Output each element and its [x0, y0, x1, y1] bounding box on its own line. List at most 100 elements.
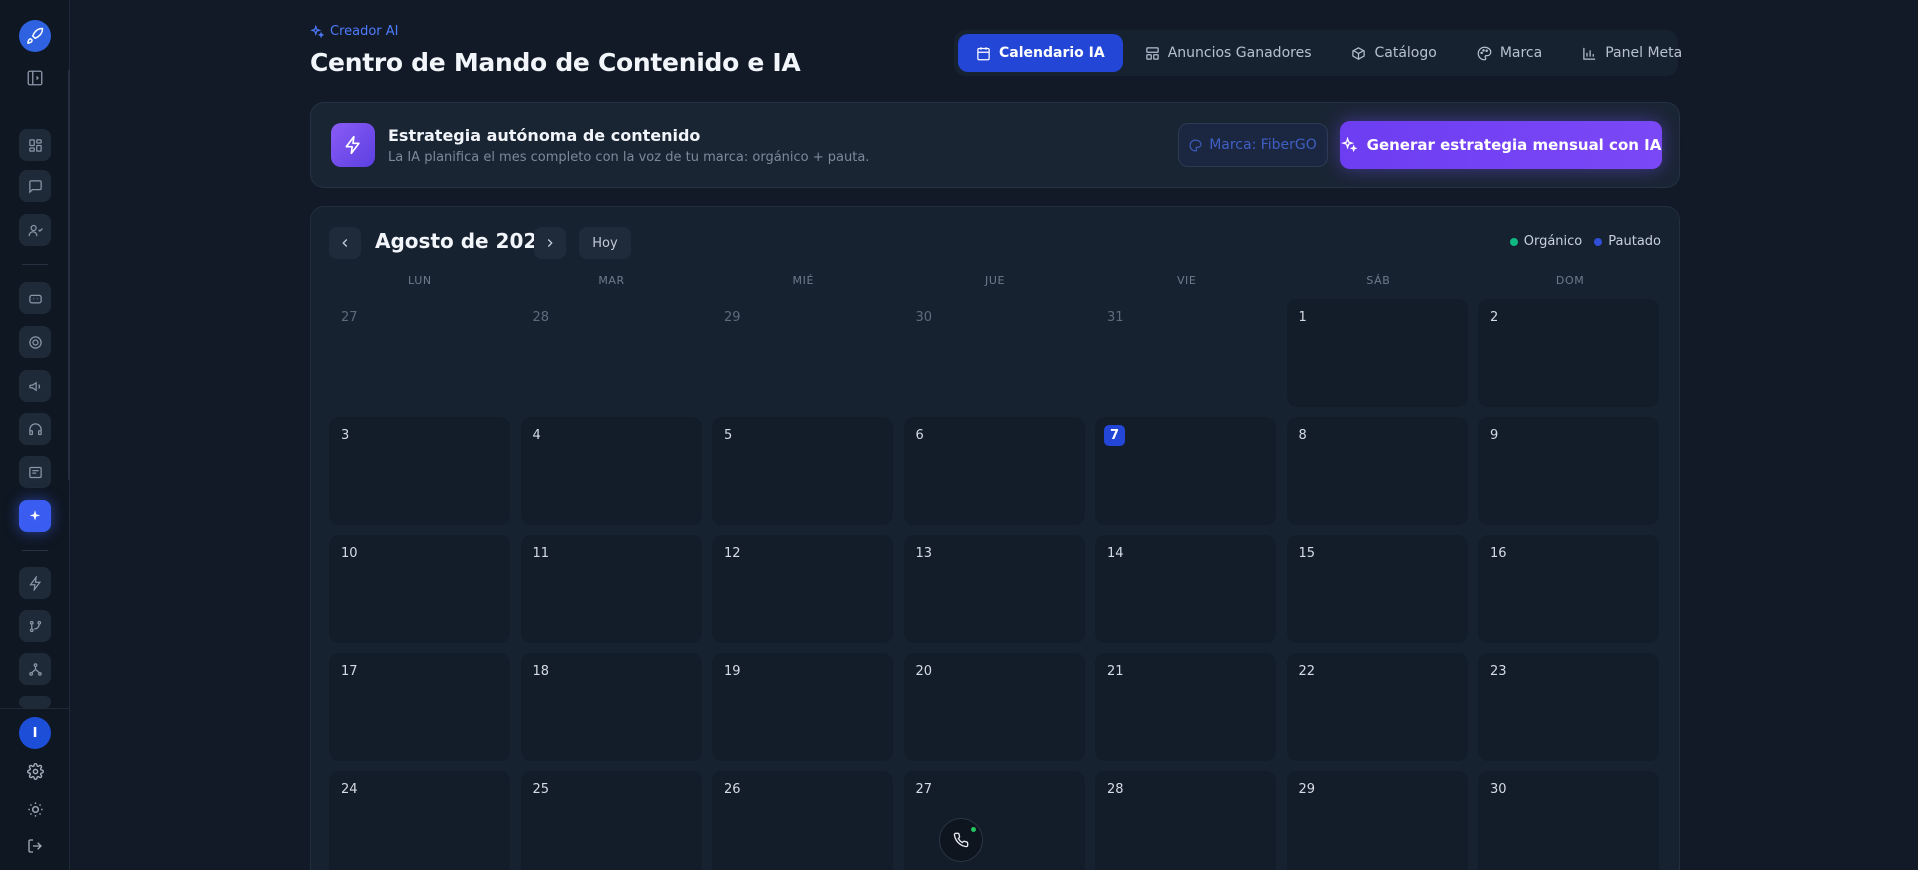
call-button[interactable]	[939, 818, 983, 862]
calendar-day-cell[interactable]: 29	[1286, 771, 1468, 870]
calendar-day-cell[interactable]: 17	[329, 653, 510, 761]
calendar-day-cell[interactable]: 4	[520, 417, 702, 525]
calendar-day-cell[interactable]: 11	[520, 535, 702, 643]
calendar-day-cell[interactable]: 10	[329, 535, 510, 643]
target-icon[interactable]	[19, 326, 51, 358]
calendar-day-cell[interactable]: 27	[903, 771, 1085, 870]
chevron-left-icon	[342, 239, 348, 247]
phone-icon	[953, 832, 969, 848]
next-month-button[interactable]	[534, 227, 566, 259]
calendar-day-cell[interactable]: 26	[712, 771, 893, 870]
view-tabs: Calendario IA Anuncios Ganadores Catálog…	[954, 30, 1682, 76]
tab-label: Anuncios Ganadores	[1167, 45, 1312, 61]
page-title: Centro de Mando de Contenido e IA	[310, 48, 801, 77]
sparkle-icon[interactable]	[19, 500, 51, 532]
strategy-title: Estrategia autónoma de contenido	[388, 126, 701, 145]
calendar-day-cell[interactable]: 30	[904, 299, 1085, 407]
layout-icon	[1145, 46, 1159, 60]
weekday-label: MIÉ	[792, 274, 815, 287]
calendar-day-cell[interactable]: 15	[1286, 535, 1468, 643]
bot-icon[interactable]	[19, 282, 51, 314]
day-number: 30	[915, 310, 933, 325]
catalog-icon[interactable]	[19, 456, 51, 488]
day-number: 31	[1107, 310, 1124, 325]
calendar-day-cell[interactable]: 12	[712, 535, 893, 643]
strategy-card: Estrategia autónoma de contenido La IA p…	[310, 102, 1680, 188]
breadcrumb[interactable]: Creador AI	[310, 24, 399, 39]
day-number: 30	[1490, 782, 1507, 797]
calendar-day-cell[interactable]: 21	[1095, 653, 1276, 761]
weekday-label: DOM	[1555, 274, 1585, 287]
calendar-day-cell[interactable]: 2	[1478, 299, 1659, 407]
calendar-day-cell[interactable]: 1	[1286, 299, 1468, 407]
tab-anuncios-ganadores[interactable]: Anuncios Ganadores	[1127, 34, 1330, 72]
day-number: 10	[341, 546, 358, 561]
day-number: 20	[915, 664, 933, 679]
chat-icon[interactable]	[19, 170, 51, 202]
branch-icon[interactable]	[19, 610, 51, 642]
calendar-day-cell[interactable]: 25	[520, 771, 702, 870]
headset-icon[interactable]	[19, 413, 51, 445]
calendar-day-cell[interactable]: 24	[329, 771, 510, 870]
calendar-day-cell[interactable]: 18	[520, 653, 702, 761]
calendar-day-cell[interactable]: 30	[1478, 771, 1659, 870]
calendar-day-cell[interactable]: 28	[521, 299, 702, 407]
tab-marca[interactable]: Marca	[1459, 34, 1560, 72]
sidebar-scrollbar[interactable]	[68, 70, 70, 480]
day-number: 6	[915, 428, 924, 443]
day-number: 16	[1490, 546, 1507, 561]
calendar-day-cell[interactable]: 19	[712, 653, 893, 761]
sidebar: I	[0, 0, 70, 870]
calendar-day-cell[interactable]: 8	[1286, 417, 1468, 525]
box-icon	[1352, 46, 1366, 60]
day-number: 18	[532, 664, 550, 679]
more-nav-icon[interactable]	[19, 696, 51, 708]
dashboard-icon[interactable]	[19, 129, 51, 161]
calendar-day-cell[interactable]: 9	[1478, 417, 1659, 525]
calendar-day-cell[interactable]: 6	[903, 417, 1085, 525]
calendar-day-cell[interactable]: 14	[1095, 535, 1276, 643]
calendar-day-cell[interactable]: 7	[1095, 417, 1276, 525]
sidebar-divider	[22, 550, 48, 551]
sun-icon[interactable]	[25, 799, 45, 819]
gear-icon[interactable]	[25, 761, 45, 781]
day-number: 21	[1107, 664, 1124, 679]
user-avatar[interactable]: I	[19, 717, 51, 749]
calendar-day-cell[interactable]: 13	[903, 535, 1085, 643]
generate-strategy-button[interactable]: Generar estrategia mensual con IA	[1340, 121, 1662, 169]
day-number: 11	[532, 546, 550, 561]
day-number: 27	[915, 782, 933, 797]
calendar-day-cell[interactable]: 29	[712, 299, 893, 407]
day-number: 13	[915, 546, 933, 561]
rocket-logo-icon[interactable]	[19, 20, 51, 52]
calendar-day-cell[interactable]: 22	[1286, 653, 1468, 761]
calendar-panel: Agosto de 2026 Hoy Orgánico Pautado LUN …	[310, 206, 1680, 870]
calendar-icon	[977, 46, 990, 60]
calendar-day-cell[interactable]: 3	[329, 417, 510, 525]
calendar-day-cell[interactable]: 20	[903, 653, 1085, 761]
legend-item-organico: Orgánico	[1509, 234, 1582, 249]
legend-dot	[1594, 237, 1603, 246]
megaphone-icon[interactable]	[19, 370, 51, 402]
calendar-day-cell[interactable]: 28	[1095, 771, 1276, 870]
chevron-right-icon	[547, 239, 553, 247]
calendar-day-cell[interactable]: 31	[1095, 299, 1276, 407]
weekday-label: LUN	[408, 274, 432, 287]
prev-month-button[interactable]	[329, 227, 361, 259]
calendar-day-cell[interactable]: 5	[712, 417, 893, 525]
tab-calendario-ia[interactable]: Calendario IA	[958, 34, 1123, 72]
network-icon[interactable]	[19, 653, 51, 685]
calendar-day-cell[interactable]: 27	[329, 299, 510, 407]
calendar-day-cell[interactable]: 16	[1478, 535, 1659, 643]
logout-icon[interactable]	[25, 836, 45, 856]
today-button[interactable]: Hoy	[579, 227, 631, 259]
sparkle-icon	[1340, 137, 1357, 153]
calendar-day-cell[interactable]: 23	[1478, 653, 1659, 761]
contacts-icon[interactable]	[19, 214, 51, 246]
tab-panel-meta[interactable]: Panel Meta	[1564, 34, 1700, 72]
bolt-icon[interactable]	[19, 567, 51, 599]
tab-catalogo[interactable]: Catálogo	[1333, 34, 1454, 72]
tab-label: Calendario IA	[999, 45, 1105, 61]
brand-select-button[interactable]: Marca: FiberGO	[1178, 123, 1328, 167]
sidebar-toggle-icon[interactable]	[26, 69, 44, 87]
